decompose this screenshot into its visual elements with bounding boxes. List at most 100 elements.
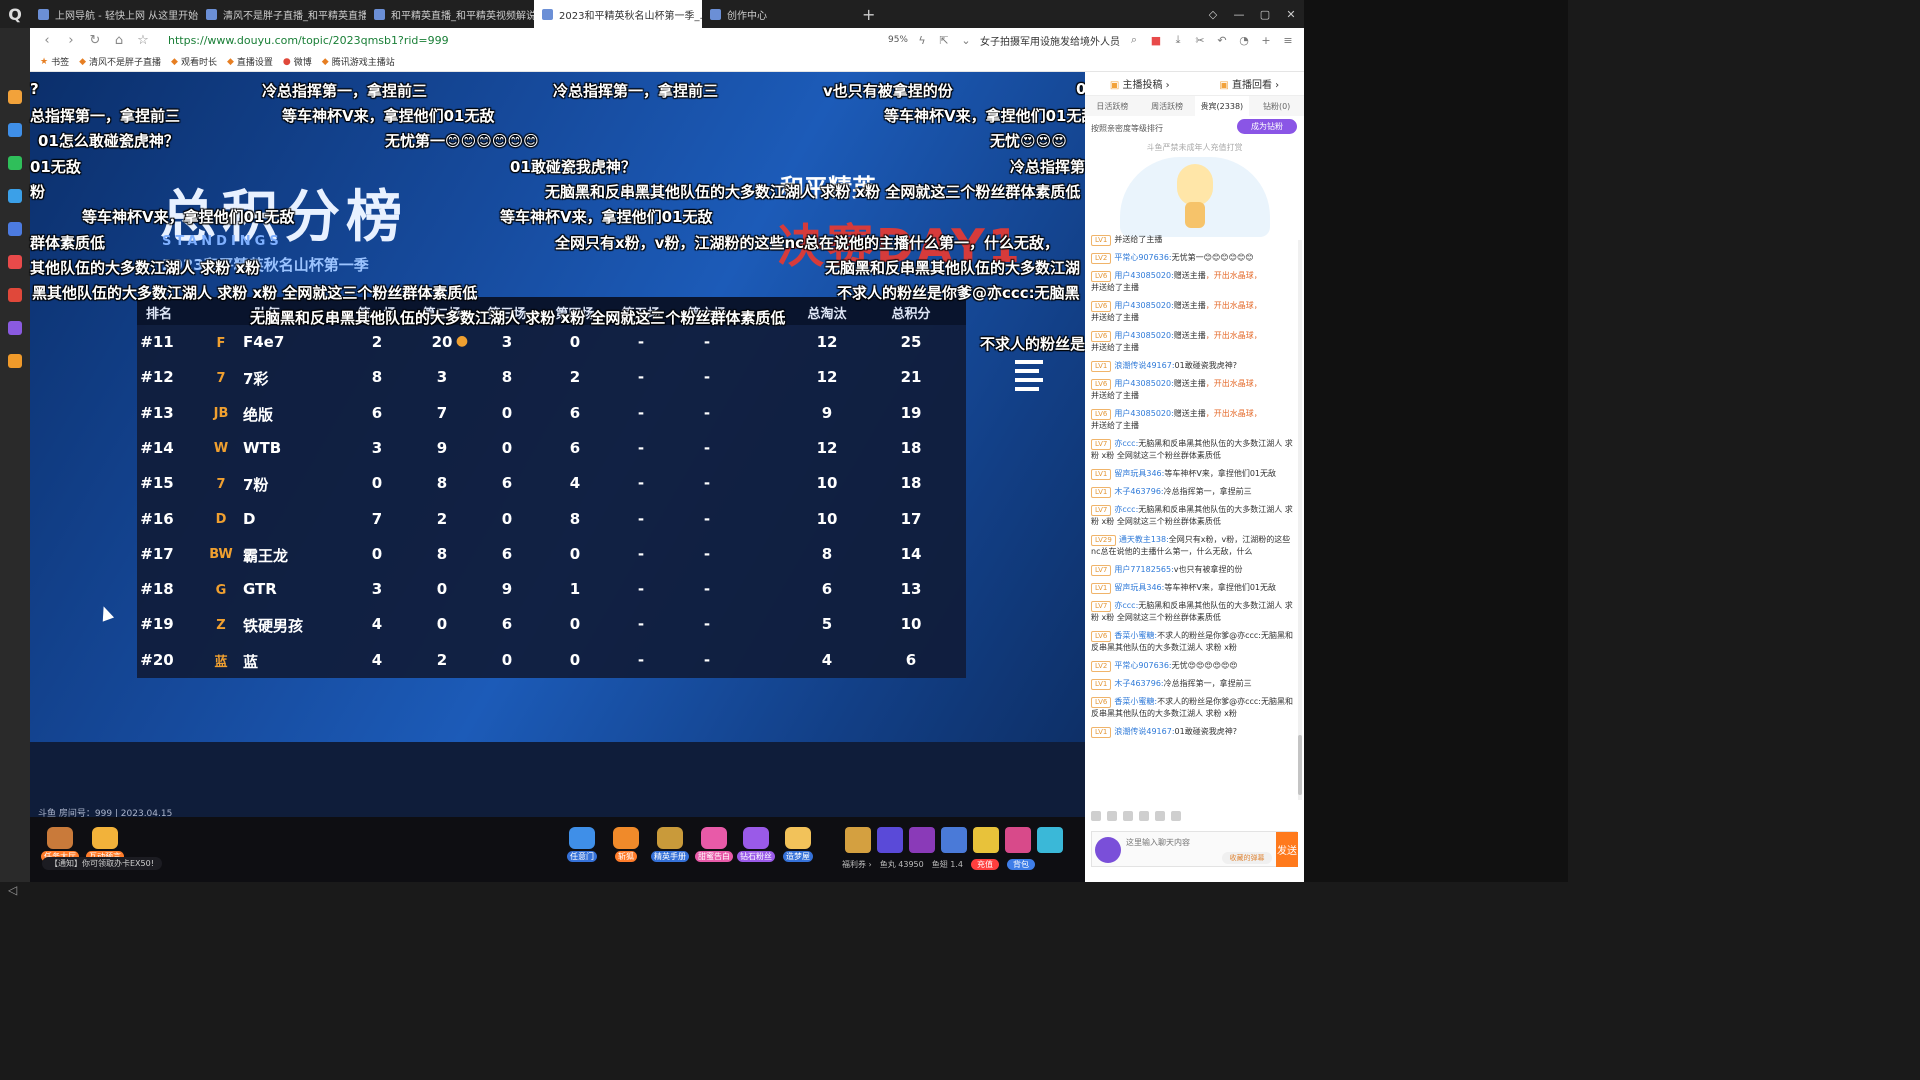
avatar[interactable] <box>1095 837 1121 863</box>
gift-dream-house[interactable]: 造梦屋 <box>778 827 818 862</box>
panel-top-links: ▣ 主播投稿 › ▣ 直播回看 › <box>1085 72 1304 96</box>
maximize-icon[interactable]: ▢ <box>1252 0 1278 28</box>
chat-nickname[interactable]: 浪潮传说49167: <box>1114 727 1174 736</box>
gift-item[interactable] <box>1037 827 1063 853</box>
chat-message[interactable]: LV6 用户43085020:赠送主播，开出水晶球， 并送给了主播 <box>1091 270 1297 294</box>
perks-link[interactable]: 福利券 › <box>842 859 872 870</box>
chat-message[interactable]: LV6 香菜小蜜糖:不求人的粉丝是你爹@亦ccc:无脑黑和反串黑其他队伍的大多数江… <box>1091 630 1297 654</box>
chat-nickname[interactable]: 香菜小蜜糖: <box>1114 697 1157 706</box>
rank-tabs: 日活跃榜 周活跃榜 贵宾(2338) 钻粉(0) <box>1085 96 1304 116</box>
chat-nickname[interactable]: 用户43085020: <box>1114 379 1173 388</box>
scissors-icon[interactable]: ✂ <box>1192 34 1208 47</box>
chat-message[interactable]: LV7 亦ccc:无脑黑和反串黑其他队伍的大多数江湖人 求粉 x粉 全网就这三个粉… <box>1091 438 1297 462</box>
chat-nickname[interactable]: 用户43085020: <box>1114 271 1173 280</box>
replay-link[interactable]: ▣ 直播回看 › <box>1219 76 1279 91</box>
undo-icon[interactable]: ↶ <box>1214 34 1230 47</box>
chat-message[interactable]: LV2 平常心907636:无忧😍😍😍😍😍😍 <box>1091 660 1297 672</box>
gift-diamond-fans[interactable]: 钻石粉丝 <box>736 827 776 862</box>
tab-vip[interactable]: 贵宾(2338) <box>1194 96 1250 116</box>
chat-nickname[interactable]: 平常心907636: <box>1114 253 1171 262</box>
chat-message[interactable]: LV6 香菜小蜜糖:不求人的粉丝是你爹@亦ccc:无脑黑和反串黑其他队伍的大多数江… <box>1091 696 1297 720</box>
chat-nickname[interactable]: 用户77182565: <box>1114 565 1173 574</box>
extension-icon[interactable]: ■ <box>1148 34 1164 47</box>
chat-nickname[interactable]: 木子463796: <box>1114 487 1163 496</box>
chat-message[interactable]: LV1 并送给了主播 <box>1091 234 1297 246</box>
history-icon[interactable]: ◔ <box>1236 34 1252 47</box>
megaphone-icon[interactable] <box>1107 811 1117 821</box>
close-window-icon[interactable]: ✕ <box>1278 0 1304 28</box>
chat-nickname[interactable]: 用户43085020: <box>1114 409 1173 418</box>
badge-icon[interactable] <box>1123 811 1133 821</box>
chat-message[interactable]: LV6 用户43085020:赠送主播，开出水晶球， 并送给了主播 <box>1091 330 1297 354</box>
manual-icon <box>657 827 683 849</box>
chat-message[interactable]: LV6 用户43085020:赠送主播，开出水晶球， 并送给了主播 <box>1091 378 1297 402</box>
chat-text: 并送给了主播 <box>1091 343 1139 352</box>
chat-message[interactable]: LV6 用户43085020:赠送主播，开出水晶球， 并送给了主播 <box>1091 300 1297 324</box>
tab-weekly-rank[interactable]: 周活跃榜 <box>1140 96 1195 116</box>
tab-daily-rank[interactable]: 日活跃榜 <box>1085 96 1140 116</box>
gift-item[interactable] <box>941 827 967 853</box>
danmaku-comment: 等车神杯V来，拿捏他们01无敌 <box>884 107 1085 125</box>
chat-message[interactable]: LV1 浪潮传说49167:01敢碰瓷我虎神? <box>1091 726 1297 738</box>
gear-icon[interactable] <box>1171 811 1181 821</box>
chat-message[interactable]: LV6 用户43085020:赠送主播，开出水晶球， 并送给了主播 <box>1091 408 1297 432</box>
collapse-icon[interactable]: ◁ <box>8 883 17 897</box>
level-badge: LV6 <box>1091 331 1112 342</box>
chat-nickname[interactable]: 木子463796: <box>1114 679 1163 688</box>
chat-nickname[interactable]: 留声玩具346: <box>1114 583 1164 592</box>
level-badge: LV7 <box>1091 505 1112 516</box>
gift-sweet-confession[interactable]: 甜蜜告白 <box>694 827 734 862</box>
shirt-icon[interactable]: ◇ <box>1200 0 1226 28</box>
gift-item[interactable] <box>1005 827 1031 853</box>
scroll-thumb[interactable] <box>1298 735 1302 795</box>
chat-nickname[interactable]: 平常心907636: <box>1114 661 1171 670</box>
chat-nickname[interactable]: 香菜小蜜糖: <box>1114 631 1157 640</box>
chat-nickname[interactable]: 亦ccc: <box>1114 505 1138 514</box>
chat-nickname[interactable]: 用户43085020: <box>1114 331 1173 340</box>
search-icon[interactable]: ⌕ <box>1126 33 1142 47</box>
gift-elite-manual[interactable]: 精英手册 <box>650 827 690 862</box>
chat-message[interactable]: LV1 浪潮传说49167:01敢碰瓷我虎神? <box>1091 360 1297 372</box>
chat-scrollbar[interactable] <box>1298 240 1302 800</box>
chat-message[interactable]: LV7 亦ccc:无脑黑和反串黑其他队伍的大多数江湖人 求粉 x粉 全网就这三个粉… <box>1091 504 1297 528</box>
chat-nickname[interactable]: 亦ccc: <box>1114 601 1138 610</box>
card-icon[interactable] <box>1155 811 1165 821</box>
chat-nickname[interactable]: 浪潮传说49167: <box>1114 361 1174 370</box>
image-icon[interactable] <box>1139 811 1149 821</box>
emoji-icon[interactable] <box>1091 811 1101 821</box>
chat-message[interactable]: LV1 木子463796:冷总指挥第一，拿捏前三 <box>1091 486 1297 498</box>
chat-nickname[interactable]: 用户43085020: <box>1114 301 1173 310</box>
menu-icon[interactable]: ≡ <box>1280 34 1296 47</box>
add-icon[interactable]: + <box>1258 34 1274 47</box>
streamer-posts-link[interactable]: ▣ 主播投稿 › <box>1110 76 1170 91</box>
chat-message[interactable]: LV7 用户77182565:v也只有被拿捏的份 <box>1091 564 1297 576</box>
gift-portal[interactable]: 任意门 <box>562 827 602 862</box>
danmaku-comment: 等车神杯V来，拿捏他们01无敌 <box>82 208 295 226</box>
chat-nickname[interactable]: 亦ccc: <box>1114 439 1138 448</box>
level-badge: LV1 <box>1091 235 1112 246</box>
download-icon[interactable]: ⤓ <box>1170 33 1186 47</box>
chat-message[interactable]: LV1 留声玩具346:等车神杯V来，拿捏他们01无敌 <box>1091 468 1297 480</box>
chat-message[interactable]: LV2 平常心907636:无忧第一😊😊😊😊😊😊 <box>1091 252 1297 264</box>
gift-item[interactable] <box>845 827 871 853</box>
gift-item[interactable] <box>909 827 935 853</box>
gift-zhanhu[interactable]: 斩狐 <box>606 827 646 862</box>
tab-diamond-fans[interactable]: 钻粉(0) <box>1249 96 1304 116</box>
chat-nickname[interactable]: 留声玩具346: <box>1114 469 1164 478</box>
level-badge: LV6 <box>1091 697 1112 708</box>
become-fan-button[interactable]: 成为钻粉 <box>1237 119 1297 134</box>
chat-input[interactable] <box>1126 834 1276 850</box>
chat-message[interactable]: LV1 木子463796:冷总指挥第一，拿捏前三 <box>1091 678 1297 690</box>
chat-nickname[interactable]: 通天教主138: <box>1119 535 1169 544</box>
gift-item[interactable] <box>877 827 903 853</box>
minimize-icon[interactable]: — <box>1226 0 1252 28</box>
chat-message[interactable]: LV1 留声玩具346:等车神杯V来，拿捏他们01无敌 <box>1091 582 1297 594</box>
gift-item[interactable] <box>973 827 999 853</box>
chat-message[interactable]: LV7 亦ccc:无脑黑和反串黑其他队伍的大多数江湖人 求粉 x粉 全网就这三个粉… <box>1091 600 1297 624</box>
send-button[interactable]: 发送 <box>1276 832 1298 867</box>
chat-text: 无忧😍😍😍😍😍😍 <box>1171 661 1238 670</box>
saved-danmaku-button[interactable]: 收藏的弹幕 <box>1222 852 1272 864</box>
chat-message[interactable]: LV29 通天教主138:全网只有x粉，v粉，江湖粉的这些nc总在说他的主播什么第… <box>1091 534 1297 558</box>
backpack-button[interactable]: 背包 <box>1007 859 1036 870</box>
recharge-button[interactable]: 充值 <box>971 859 1000 870</box>
